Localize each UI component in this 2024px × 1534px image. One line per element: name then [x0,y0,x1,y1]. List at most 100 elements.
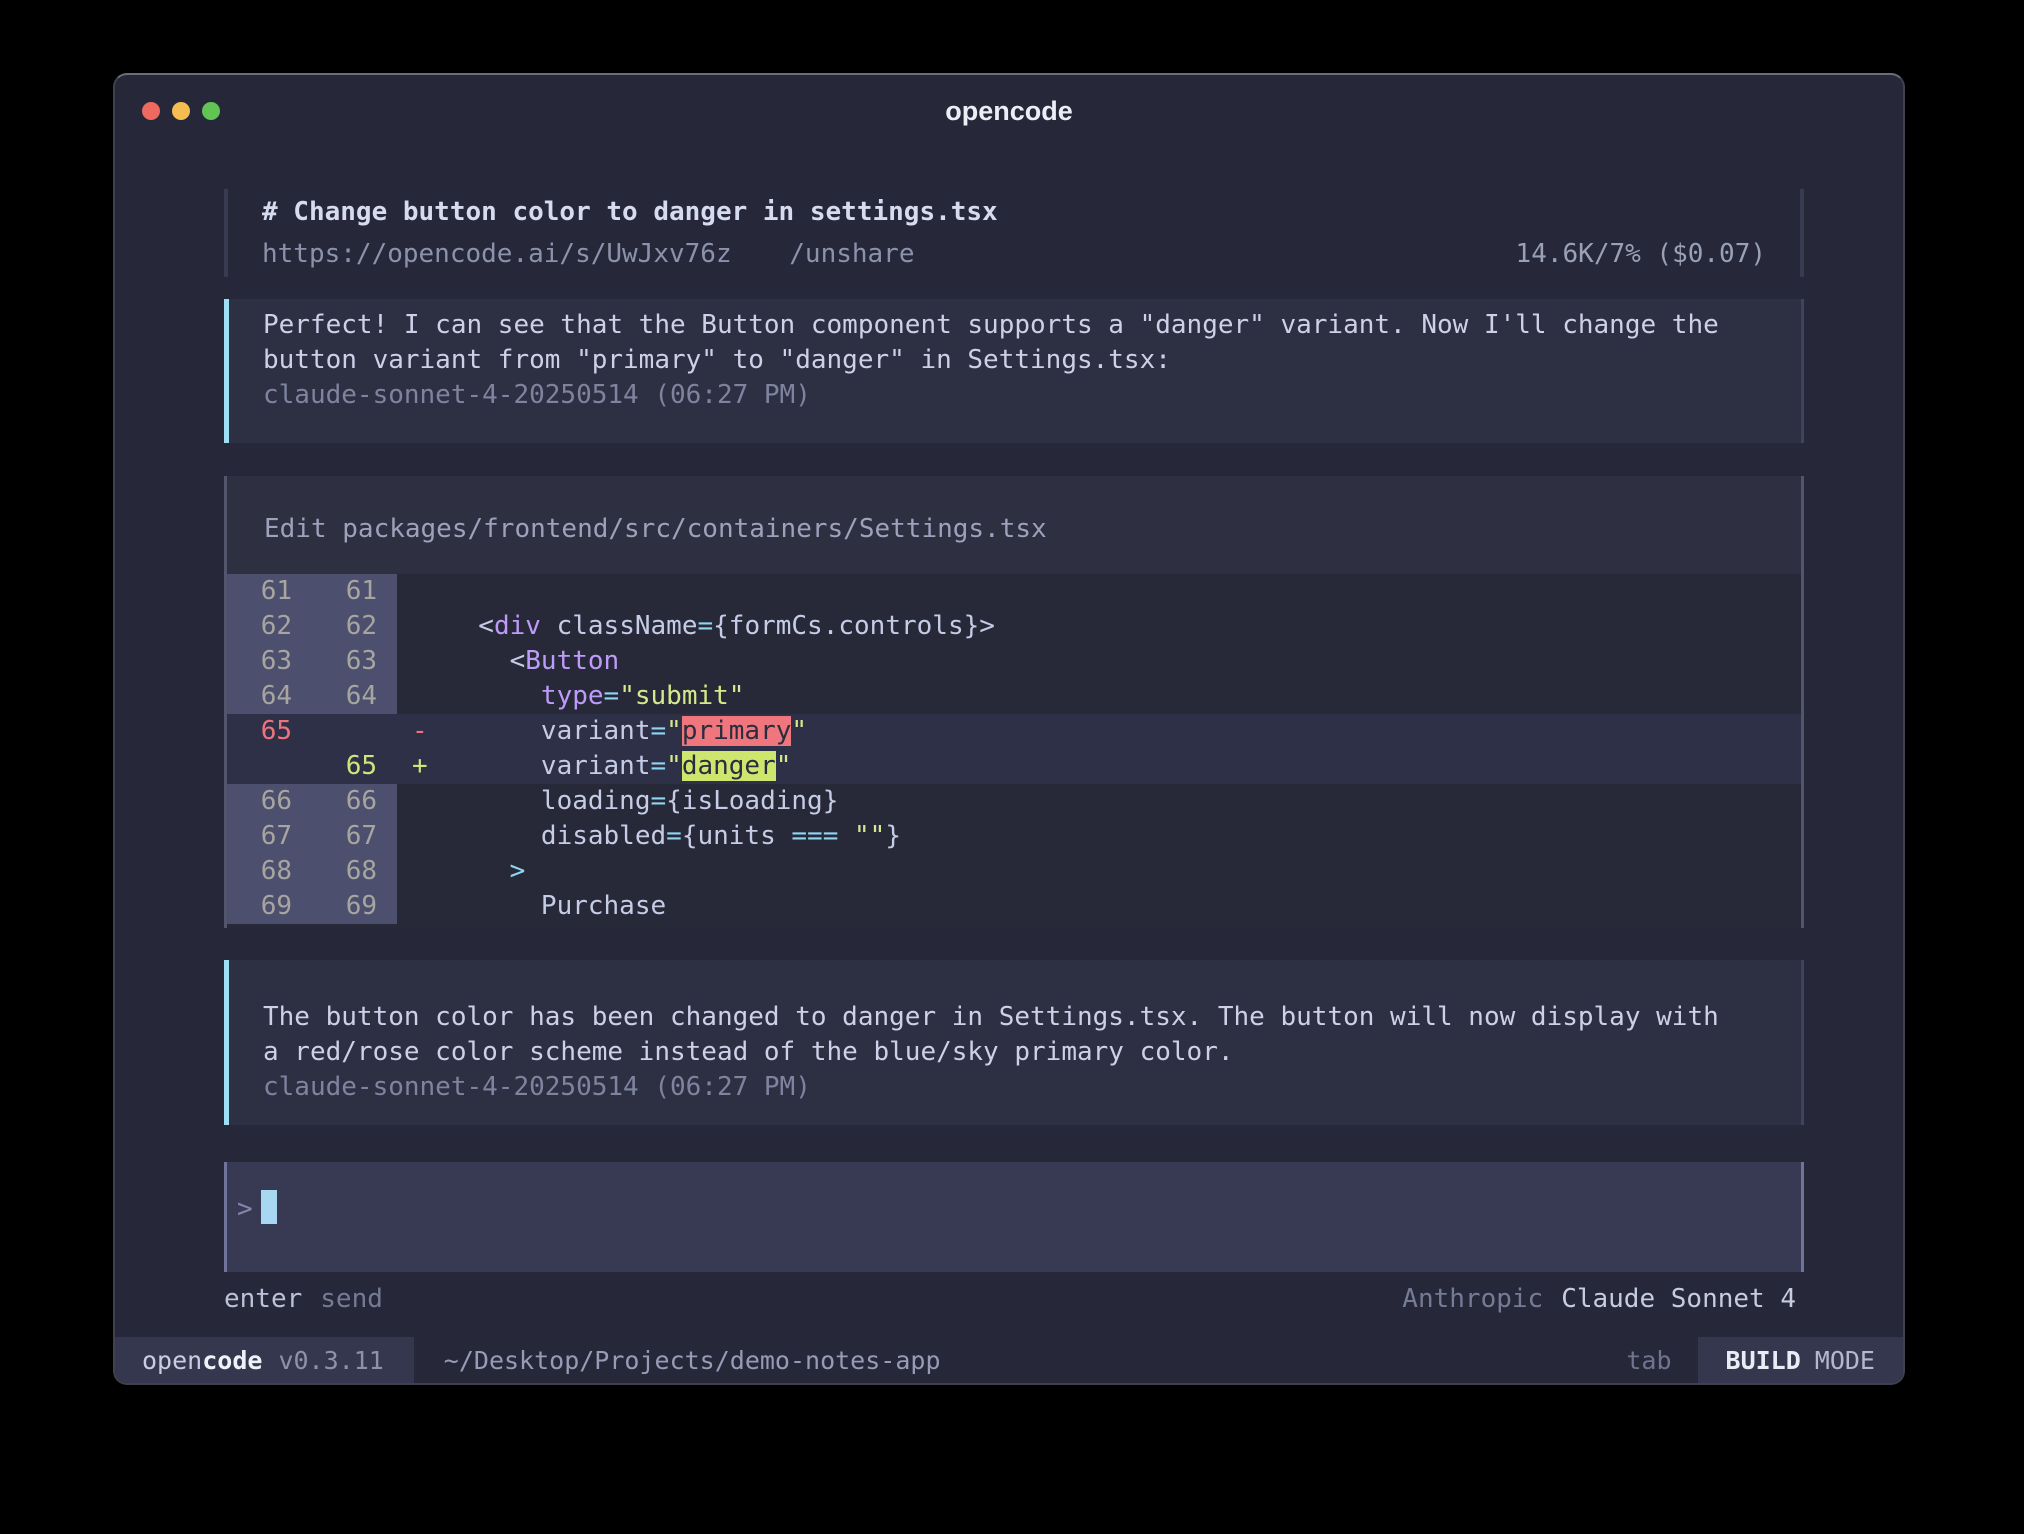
minimize-button[interactable] [172,102,190,120]
model-hint: Anthropic Claude Sonnet 4 [1402,1284,1796,1314]
code-segment: Button [525,646,619,676]
diff-new-line-number: 62 [312,609,397,644]
terminal-window: opencode # Change button color to danger… [113,73,1905,1385]
diff-new-line-number [312,714,397,749]
diff-old-line-number: 68 [227,854,312,889]
code-segment: variant [447,751,651,781]
code-segment: variant [447,716,651,746]
mode-name: BUILD [1726,1346,1801,1375]
code-segment: type [541,681,604,711]
app-version: v0.3.11 [278,1346,383,1375]
diff-row: 6262 <div className={formCs.controls}> [227,609,1801,644]
code-segment: disabled [447,821,666,851]
message-text-line: The button color has been changed to dan… [263,1000,1765,1035]
diff-old-line-number: 65 [227,714,312,749]
diff-change-marker [397,644,447,679]
code-segment [447,681,541,711]
diff-code-line: <div className={formCs.controls}> [447,609,1801,644]
provider-label: Anthropic [1402,1284,1543,1314]
code-segment: primary [682,716,792,746]
prompt-input[interactable]: > [224,1162,1804,1272]
share-url-link[interactable]: https://opencode.ai/s/UwJxv76z [262,239,732,269]
window-title: opencode [945,96,1073,127]
text-cursor [261,1190,277,1224]
diff-old-line-number [227,749,312,784]
diff-change-marker [397,574,447,609]
diff-code-line: type="submit" [447,679,1801,714]
diff-change-marker [397,819,447,854]
code-segment: = [604,681,620,711]
diff-new-line-number: 61 [312,574,397,609]
diff-new-line-number: 63 [312,644,397,679]
diff-old-line-number: 63 [227,644,312,679]
session-content: # Change button color to danger in setti… [224,189,1804,1314]
diff-old-line-number: 61 [227,574,312,609]
zoom-button[interactable] [202,102,220,120]
unshare-link[interactable]: /unshare [789,239,914,269]
code-segment: " [666,716,682,746]
traffic-lights [142,75,220,147]
code-segment: = [666,821,682,851]
diff-row: 6868 > [227,854,1801,889]
edit-tool-card: Edit packages/frontend/src/containers/Se… [224,476,1804,928]
message-text-line: button variant from "primary" to "danger… [263,343,1765,378]
message-text-line: Perfect! I can see that the Button compo… [263,308,1765,343]
app-name-regular: open [142,1346,202,1375]
diff-row: 6363 <Button [227,644,1801,679]
diff-new-line-number: 65 [312,749,397,784]
diff-code-line: > [447,854,1801,889]
diff-change-marker [397,784,447,819]
diff-row: 65- variant="primary" [227,714,1801,749]
tab-key-hint[interactable]: tab [1626,1337,1671,1383]
close-button[interactable] [142,102,160,120]
diff-change-marker [397,679,447,714]
diff-row: 6464 type="submit" [227,679,1801,714]
diff-new-line-number: 68 [312,854,397,889]
diff-new-line-number: 67 [312,819,397,854]
edit-tool-title: Edit packages/frontend/src/containers/Se… [227,476,1801,574]
code-segment: Purchase [447,891,666,921]
diff-old-line-number: 66 [227,784,312,819]
code-segment: "submit" [619,681,744,711]
code-segment [838,821,854,851]
session-title: # Change button color to danger in setti… [262,191,1766,233]
status-bar: opencodev0.3.11 ~/Desktop/Projects/demo-… [115,1337,1903,1383]
session-header: # Change button color to danger in setti… [224,189,1804,277]
send-hint: enter send [224,1284,383,1314]
session-subline: https://opencode.ai/s/UwJxv76z /unshare … [262,233,1766,275]
code-segment: " [791,716,807,746]
message-meta: claude-sonnet-4-20250514 (06:27 PM) [263,1070,1765,1105]
code-segment: === [791,821,838,851]
diff-change-marker: + [397,749,447,784]
message-text-line: a red/rose color scheme instead of the b… [263,1035,1765,1070]
code-segment: = [651,786,667,816]
diff-old-line-number: 67 [227,819,312,854]
code-segment: < [447,646,525,676]
code-segment: " [666,751,682,781]
mode-suffix: MODE [1815,1346,1875,1375]
diff-rows: 61616262 <div className={formCs.controls… [227,574,1801,928]
diff-code-line: <Button [447,644,1801,679]
enter-key-hint: enter [224,1284,302,1314]
code-segment: < [447,611,494,641]
send-label: send [320,1284,383,1314]
diff-row: 6161 [227,574,1801,609]
model-label: Claude Sonnet 4 [1561,1284,1796,1314]
diff-new-line-number: 66 [312,784,397,819]
code-segment: {isLoading} [666,786,838,816]
code-segment: } [885,821,901,851]
diff-row: 6969 Purchase [227,889,1801,924]
assistant-message: Perfect! I can see that the Button compo… [224,299,1804,443]
diff-code-line [447,574,1801,609]
diff-change-marker [397,854,447,889]
diff-code-line: variant="danger" [447,749,1801,784]
share-line: https://opencode.ai/s/UwJxv76z /unshare [262,233,915,275]
code-segment: " [776,751,792,781]
diff-code-line: loading={isLoading} [447,784,1801,819]
titlebar: opencode [115,75,1903,147]
code-segment: danger [682,751,776,781]
diff-old-line-number: 64 [227,679,312,714]
diff-change-marker: - [397,714,447,749]
code-segment: div [494,611,541,641]
diff-row: 6767 disabled={units === ""} [227,819,1801,854]
